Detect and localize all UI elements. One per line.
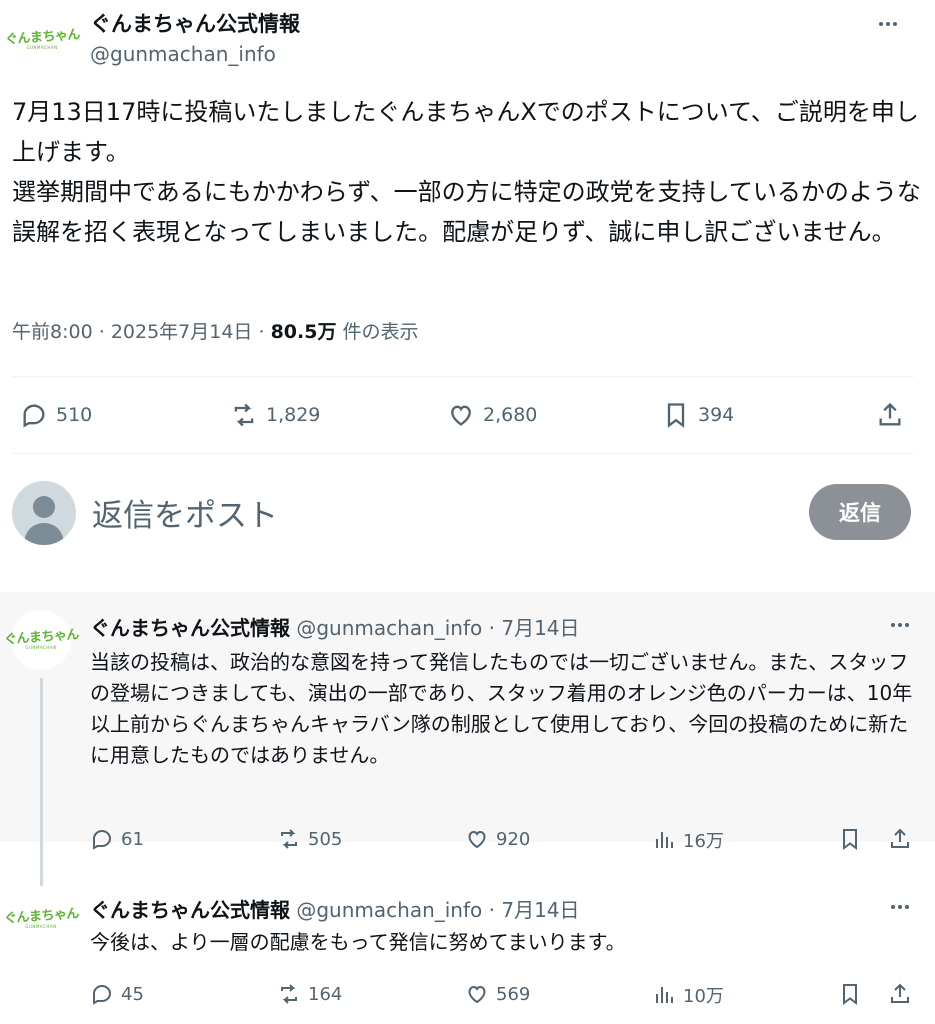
views-action[interactable]: 10万 bbox=[652, 982, 724, 1008]
analytics-icon bbox=[656, 987, 673, 1003]
reply-action[interactable]: 510 bbox=[20, 401, 92, 429]
tweet-meta: 午前8:00 · 2025年7月14日 · 80.5万 件の表示 bbox=[12, 317, 419, 344]
like-count: 920 bbox=[496, 828, 531, 850]
views-count[interactable]: 80.5万 bbox=[271, 321, 337, 343]
repost-action[interactable]: 1,829 bbox=[230, 401, 320, 429]
author-handle[interactable]: @gunmachan_info bbox=[90, 42, 276, 66]
share-icon[interactable] bbox=[888, 982, 912, 1010]
bookmark-icon[interactable] bbox=[838, 827, 862, 855]
share-icon[interactable] bbox=[888, 827, 912, 855]
logo-text: ぐんまちゃん bbox=[4, 26, 80, 48]
bookmark-action[interactable]: 394 bbox=[662, 401, 734, 429]
reply-date[interactable]: 7月14日 bbox=[501, 616, 579, 640]
reply-count: 45 bbox=[121, 983, 144, 1005]
tweet-time[interactable]: 午前8:00 bbox=[12, 321, 93, 343]
tweet-body: 7月13日17時に投稿いたしましたぐんまちゃんXでのポストについて、ご説明を申し… bbox=[12, 92, 924, 252]
tweet-paragraph: 7月13日17時に投稿いたしましたぐんまちゃんXでのポストについて、ご説明を申し… bbox=[12, 98, 919, 166]
reply-body: 当該の投稿は、政治的な意図を持って発信したものでは一切ございません。また、スタッ… bbox=[90, 650, 913, 767]
reply-icon bbox=[93, 984, 112, 1005]
reply-count: 510 bbox=[56, 404, 93, 426]
views-action[interactable]: 16万 bbox=[652, 827, 724, 853]
more-options-icon[interactable] bbox=[885, 897, 915, 917]
reply-header: ぐんまちゃん公式情報 @gunmachan_info · 7月14日 bbox=[90, 616, 580, 640]
share-action[interactable] bbox=[876, 401, 904, 429]
like-action[interactable]: 920 bbox=[465, 827, 530, 851]
meta-separator: · bbox=[258, 321, 265, 343]
author-handle[interactable]: @gunmachan_info bbox=[296, 898, 482, 922]
like-action[interactable]: 569 bbox=[465, 982, 530, 1006]
reply-action[interactable]: 61 bbox=[90, 827, 144, 851]
more-options-icon[interactable] bbox=[873, 14, 903, 34]
views-count: 16万 bbox=[683, 831, 724, 852]
more-options-icon[interactable] bbox=[885, 615, 915, 635]
author-avatar[interactable]: ぐんまちゃん GUNMACHAN bbox=[4, 10, 80, 70]
heart-icon bbox=[451, 405, 471, 426]
reply-button[interactable]: 返信 bbox=[809, 484, 911, 540]
reply-input[interactable]: 返信をポスト bbox=[92, 490, 278, 535]
thread-line bbox=[40, 678, 43, 886]
like-count: 2,680 bbox=[483, 404, 538, 426]
analytics-icon bbox=[656, 832, 673, 848]
repost-count: 164 bbox=[308, 983, 343, 1005]
repost-count: 505 bbox=[308, 828, 343, 850]
tweet-paragraph: 選挙期間中であるにもかかわらず、一部の方に特定の政党を支持しているかのような誤解… bbox=[12, 178, 921, 246]
repost-icon bbox=[281, 829, 297, 849]
user-avatar[interactable] bbox=[12, 481, 76, 545]
like-action[interactable]: 2,680 bbox=[447, 401, 537, 429]
repost-action[interactable]: 164 bbox=[277, 982, 342, 1006]
reply-date[interactable]: 7月14日 bbox=[501, 898, 579, 922]
default-avatar-icon bbox=[24, 496, 64, 545]
repost-icon bbox=[234, 403, 254, 427]
heart-icon bbox=[468, 830, 486, 849]
divider bbox=[12, 453, 914, 454]
logo-text: ぐんまちゃん bbox=[3, 905, 79, 927]
views-label: 件の表示 bbox=[342, 321, 419, 343]
repost-count: 1,829 bbox=[266, 404, 321, 426]
bookmark-count: 394 bbox=[698, 404, 735, 426]
like-count: 569 bbox=[496, 983, 531, 1005]
share-icon bbox=[879, 402, 901, 426]
reply-icon bbox=[23, 404, 45, 428]
bookmark-icon bbox=[667, 403, 685, 428]
bookmark-icon[interactable] bbox=[838, 982, 862, 1010]
reply-icon bbox=[93, 829, 112, 850]
reply-header: ぐんまちゃん公式情報 @gunmachan_info · 7月14日 bbox=[90, 898, 580, 922]
divider bbox=[12, 376, 914, 377]
repost-icon bbox=[281, 984, 297, 1004]
repost-action[interactable]: 505 bbox=[277, 827, 342, 851]
author-handle[interactable]: @gunmachan_info bbox=[296, 616, 482, 640]
views-count: 10万 bbox=[683, 986, 724, 1007]
author-avatar[interactable]: ぐんまちゃん GUNMACHAN bbox=[3, 610, 79, 670]
tweet-date[interactable]: 2025年7月14日 bbox=[111, 321, 253, 343]
heart-icon bbox=[468, 985, 486, 1004]
author-name[interactable]: ぐんまちゃん公式情報 bbox=[90, 616, 290, 640]
meta-separator: · bbox=[98, 321, 105, 343]
reply-body: 今後は、より一層の配慮をもって発信に努めてまいります。 bbox=[90, 930, 626, 954]
reply-action[interactable]: 45 bbox=[90, 982, 144, 1006]
author-name[interactable]: ぐんまちゃん公式情報 bbox=[90, 898, 290, 922]
reply-count: 61 bbox=[121, 828, 144, 850]
author-name[interactable]: ぐんまちゃん公式情報 bbox=[90, 8, 300, 38]
logo-text: ぐんまちゃん bbox=[3, 626, 79, 648]
author-avatar[interactable]: ぐんまちゃん GUNMACHAN bbox=[3, 889, 79, 949]
